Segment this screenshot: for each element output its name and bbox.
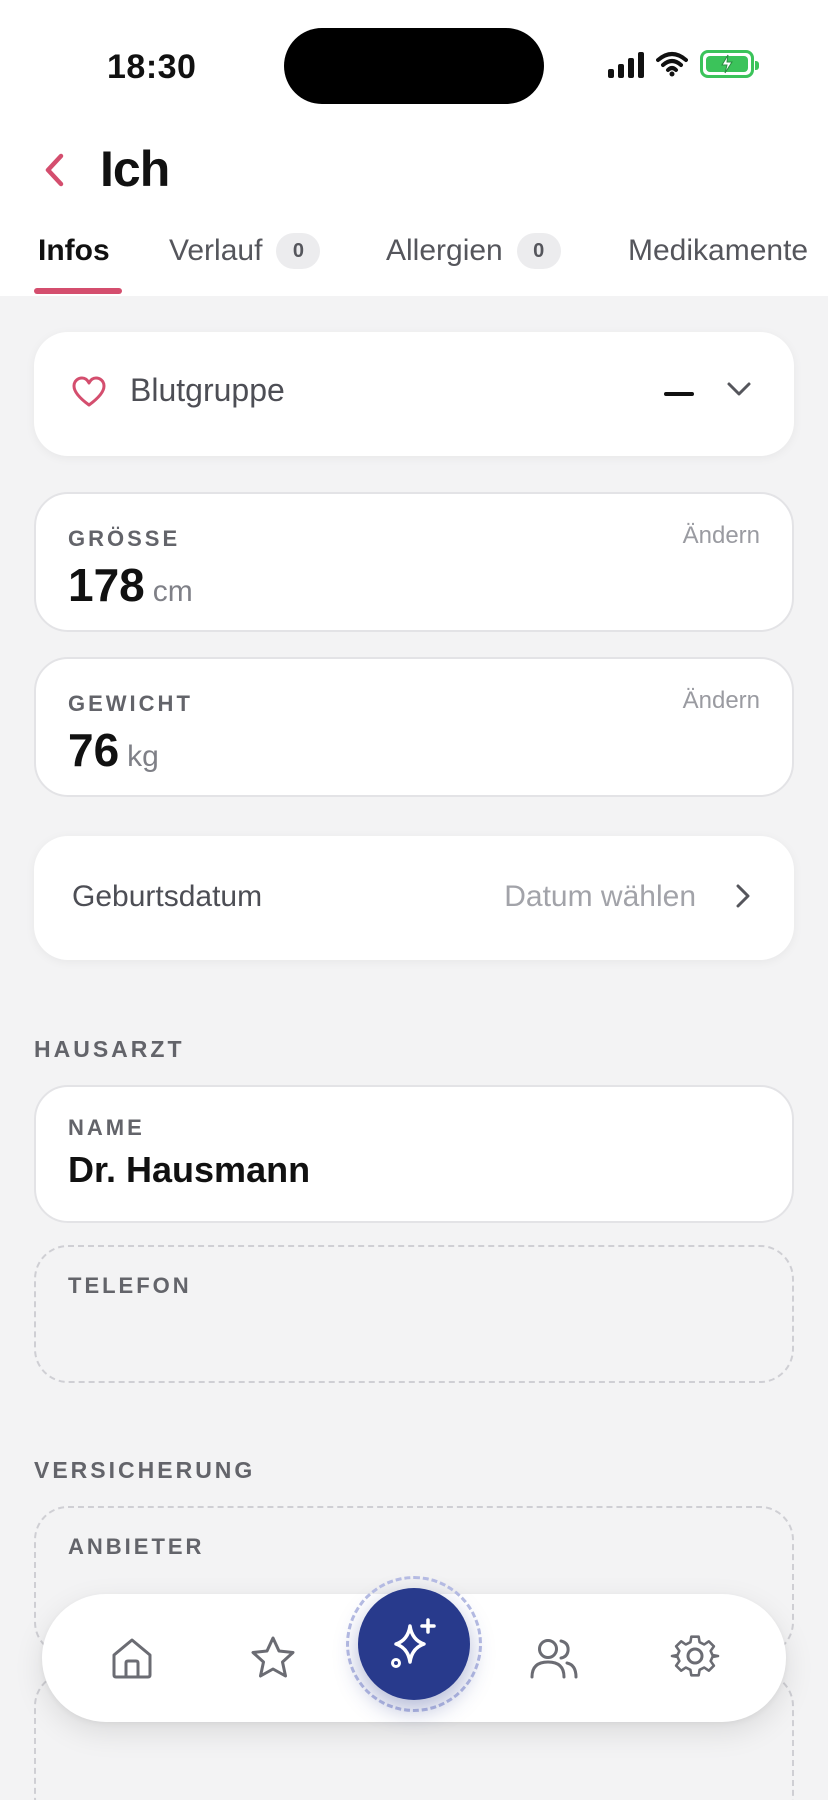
ai-assistant-button[interactable]: [358, 1588, 470, 1700]
nav-home[interactable]: [87, 1594, 177, 1722]
page-header: Ich: [0, 130, 828, 210]
tab-label: Infos: [38, 234, 110, 267]
count-badge: 0: [516, 233, 561, 269]
weight-label: GEWICHT: [68, 691, 193, 716]
doctor-name-label: NAME: [68, 1115, 145, 1140]
battery-charging-icon: [700, 50, 759, 78]
blood-group-selector[interactable]: Blutgruppe: [34, 332, 794, 456]
birthdate-row[interactable]: Geburtsdatum Datum wählen: [34, 836, 794, 960]
chevron-left-icon: [45, 153, 64, 187]
height-card: GRÖSSE Ändern 178 cm: [34, 492, 794, 632]
nav-favorites[interactable]: [228, 1594, 318, 1722]
doctor-name-value: Dr. Hausmann: [68, 1149, 311, 1190]
tab-allergien[interactable]: Allergien 0: [386, 226, 561, 296]
height-value: 178 cm: [68, 559, 193, 611]
tab-bar: Infos Verlauf 0 Allergien 0 Medikamente: [0, 226, 828, 296]
tab-verlauf[interactable]: Verlauf 0: [169, 226, 321, 296]
dynamic-island: [284, 28, 544, 104]
tab-label: Medikamente: [628, 234, 809, 267]
birthdate-label: Geburtsdatum: [72, 880, 263, 913]
weight-unit: kg: [127, 740, 159, 773]
sparkles-icon: [391, 1618, 436, 1668]
edit-height-button[interactable]: Ändern: [683, 522, 760, 550]
home-icon: [112, 1638, 152, 1679]
tab-label: Verlauf: [169, 234, 263, 267]
weight-value: 76 kg: [68, 724, 159, 776]
nav-settings[interactable]: [650, 1594, 740, 1722]
status-icons: [608, 50, 759, 78]
height-label: GRÖSSE: [68, 526, 181, 551]
blood-group-value: [664, 392, 694, 396]
tab-medikamente[interactable]: Medikamente: [628, 226, 808, 296]
status-time: 18:30: [107, 48, 197, 86]
wifi-icon: [656, 52, 688, 77]
blood-group-label: Blutgruppe: [130, 372, 285, 408]
section-title-hausarzt: HAUSARZT: [34, 1036, 185, 1062]
height-unit: cm: [152, 575, 193, 608]
doctor-phone-label: TELEFON: [68, 1273, 192, 1298]
star-icon: [251, 1636, 295, 1678]
weight-card: GEWICHT Ändern 76 kg: [34, 657, 794, 797]
people-icon: [530, 1639, 578, 1679]
insurance-provider-label: ANBIETER: [68, 1534, 205, 1559]
back-button[interactable]: [42, 146, 78, 194]
heart-icon: [72, 376, 106, 407]
chevron-right-icon: [736, 884, 750, 908]
active-tab-indicator: [34, 288, 122, 294]
doctor-name-field[interactable]: NAME Dr. Hausmann: [34, 1085, 794, 1223]
page-title: Ich: [100, 141, 170, 197]
count-badge: 0: [276, 233, 321, 269]
nav-people[interactable]: [509, 1594, 599, 1722]
gear-icon: [670, 1635, 720, 1677]
doctor-phone-field[interactable]: TELEFON: [34, 1245, 794, 1383]
section-title-versicherung: VERSICHERUNG: [34, 1457, 256, 1483]
birthdate-placeholder: Datum wählen: [504, 880, 696, 913]
tab-label: Allergien: [386, 234, 503, 267]
cellular-signal-icon: [608, 50, 644, 78]
chevron-down-icon: [727, 382, 751, 396]
tab-infos[interactable]: Infos: [38, 226, 110, 296]
status-bar: 18:30: [0, 0, 828, 130]
edit-weight-button[interactable]: Ändern: [683, 687, 760, 715]
